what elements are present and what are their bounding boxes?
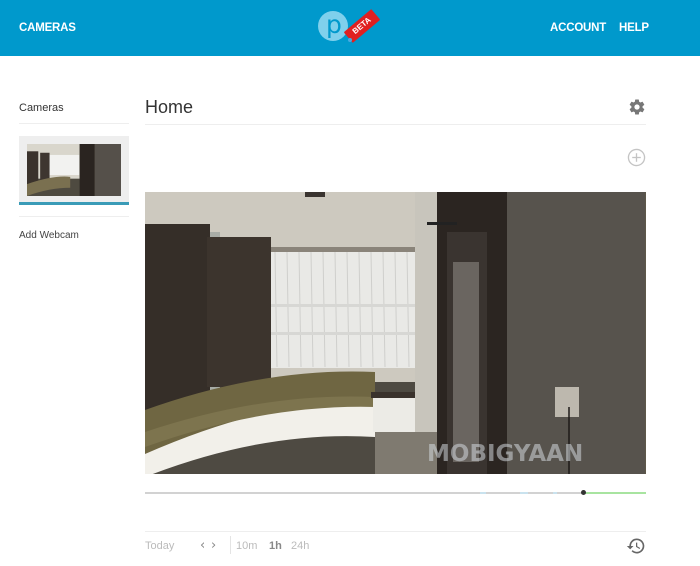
timeline-event-marker xyxy=(520,492,528,494)
controls-divider xyxy=(145,531,646,532)
watermark-text: MOBIGYAAN xyxy=(427,441,584,467)
sidebar-divider xyxy=(19,123,129,124)
header-divider xyxy=(145,124,646,125)
top-navigation-bar: CAMERAS p BETA ACCOUNT HELP xyxy=(0,0,700,56)
timeline-track xyxy=(145,492,583,494)
camera-feed[interactable]: MOBIGYAAN xyxy=(145,192,646,474)
history-icon[interactable] xyxy=(626,536,646,556)
sidebar-divider xyxy=(19,216,129,217)
zoom-option-1h[interactable]: 1h xyxy=(269,540,282,552)
zoom-option-24h[interactable]: 24h xyxy=(291,540,309,552)
timeline-playhead[interactable] xyxy=(581,490,586,495)
selected-camera-indicator xyxy=(19,202,129,205)
thumbnail-scene xyxy=(27,144,121,196)
timeline-scrubber[interactable] xyxy=(145,490,646,495)
timeline-event-marker xyxy=(480,492,486,494)
zoom-option-10m[interactable]: 10m xyxy=(236,540,257,552)
chevron-right-icon[interactable]: › xyxy=(211,538,216,553)
logo[interactable]: p BETA xyxy=(318,9,381,45)
timeline-recorded-segment xyxy=(583,492,646,494)
chevron-left-icon[interactable]: ‹ xyxy=(200,538,205,553)
page-title: Home xyxy=(145,97,194,117)
nav-help-link[interactable]: HELP xyxy=(619,22,649,34)
add-webcam-link[interactable]: Add Webcam xyxy=(19,230,79,241)
nav-account-link[interactable]: ACCOUNT xyxy=(550,22,606,34)
beta-tag-hole-icon xyxy=(348,38,352,42)
gear-icon[interactable] xyxy=(628,98,646,116)
logo-letter: p xyxy=(326,10,342,39)
sidebar-title: Cameras xyxy=(19,102,64,114)
add-circle-icon[interactable] xyxy=(627,148,646,167)
today-button[interactable]: Today xyxy=(145,540,174,552)
controls-separator xyxy=(230,536,231,554)
camera-thumbnail xyxy=(27,144,121,196)
sidebar-camera-home[interactable] xyxy=(19,136,129,202)
timeline-event-marker xyxy=(553,492,557,494)
camera-feed-scene xyxy=(145,192,645,474)
nav-cameras-link[interactable]: CAMERAS xyxy=(19,22,76,34)
